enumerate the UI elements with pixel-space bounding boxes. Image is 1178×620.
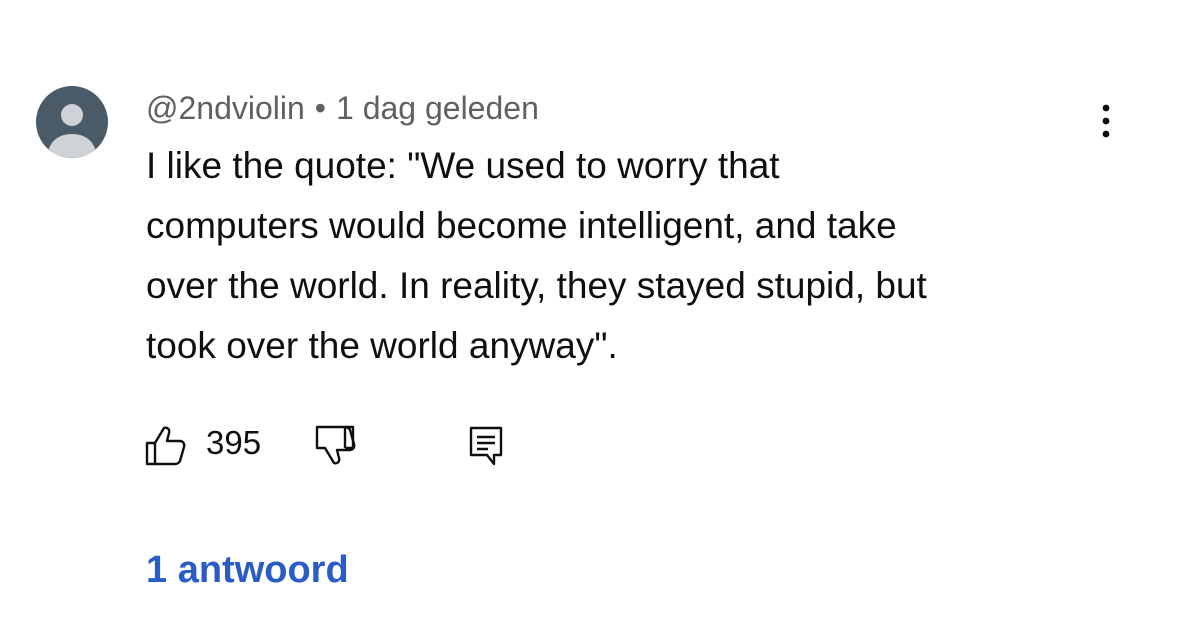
thumbs-down-icon	[315, 425, 356, 465]
author-name[interactable]: @2ndviolin	[146, 90, 305, 126]
like-count: 395	[206, 424, 262, 461]
avatar[interactable]	[36, 86, 108, 158]
person-icon	[36, 104, 108, 158]
comment-reply-icon	[469, 426, 503, 466]
comment-text: I like the quote: "We used to worry that…	[146, 136, 1106, 376]
comment-line: I like the quote: "We used to worry that	[146, 145, 780, 186]
comment-timestamp: 1 dag geleden	[336, 90, 539, 126]
thumbs-up-icon	[145, 426, 186, 466]
dislike-button[interactable]	[314, 420, 356, 470]
comment-header: @2ndviolin • 1 dag geleden	[146, 88, 539, 128]
view-replies-link[interactable]: 1 antwoord	[146, 546, 349, 594]
comment-line: took over the world anyway".	[146, 325, 618, 366]
comment-line: computers would become intelligent, and …	[146, 205, 897, 246]
like-button[interactable]	[144, 420, 186, 470]
comment-line: over the world. In reality, they stayed …	[146, 265, 927, 306]
reply-button[interactable]	[466, 420, 506, 470]
separator-dot: •	[314, 90, 326, 126]
